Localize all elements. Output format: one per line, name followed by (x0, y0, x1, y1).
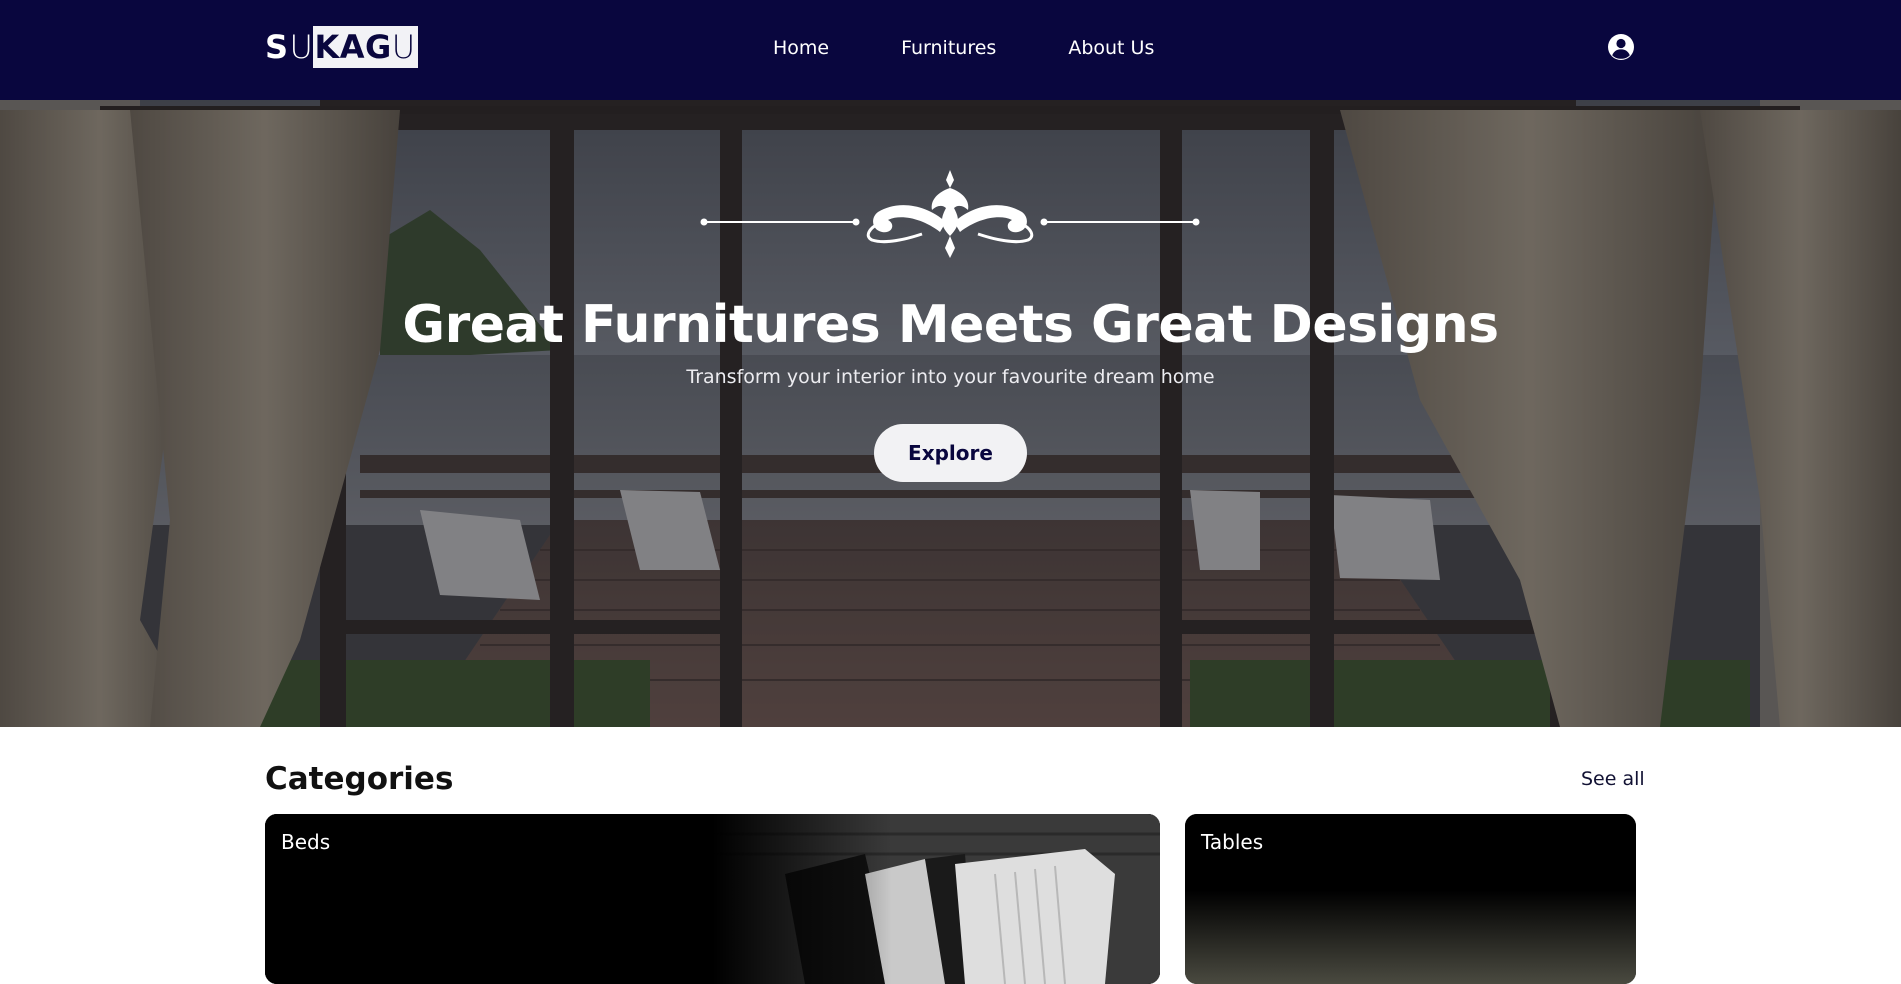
top-navbar: S U KAG U Home Furnitures About Us (0, 0, 1901, 100)
nav-link-about-us[interactable]: About Us (1068, 36, 1154, 60)
explore-button[interactable]: Explore (874, 424, 1027, 482)
hero-title: Great Furnitures Meets Great Designs (402, 295, 1499, 355)
category-label-tables: Tables (1201, 830, 1264, 854)
brand-logo[interactable]: S U KAG U (265, 26, 418, 68)
logo-letters-kag: KAG (314, 28, 392, 66)
logo-letter-u-thin: U (391, 28, 416, 66)
user-circle-icon[interactable] (1607, 33, 1635, 61)
see-all-link[interactable]: See all (1581, 767, 1645, 791)
hero-banner: Great Furnitures Meets Great Designs Tra… (0, 100, 1901, 727)
category-card-tables[interactable]: Tables (1185, 814, 1636, 984)
logo-letter-u: U (289, 28, 314, 66)
logo-highlight-box: KAG U (313, 26, 418, 68)
hero-subtitle: Transform your interior into your favour… (686, 366, 1215, 388)
nav-link-home[interactable]: Home (773, 36, 829, 60)
category-label-beds: Beds (281, 830, 331, 854)
logo-letter-s: S (265, 28, 289, 66)
beds-image (265, 814, 1160, 984)
main-nav: Home Furnitures About Us (773, 36, 1154, 60)
flourish-divider-icon (700, 170, 1200, 258)
category-card-beds[interactable]: Beds (265, 814, 1160, 984)
nav-link-furnitures[interactable]: Furnitures (901, 36, 996, 60)
categories-heading: Categories (265, 761, 454, 797)
